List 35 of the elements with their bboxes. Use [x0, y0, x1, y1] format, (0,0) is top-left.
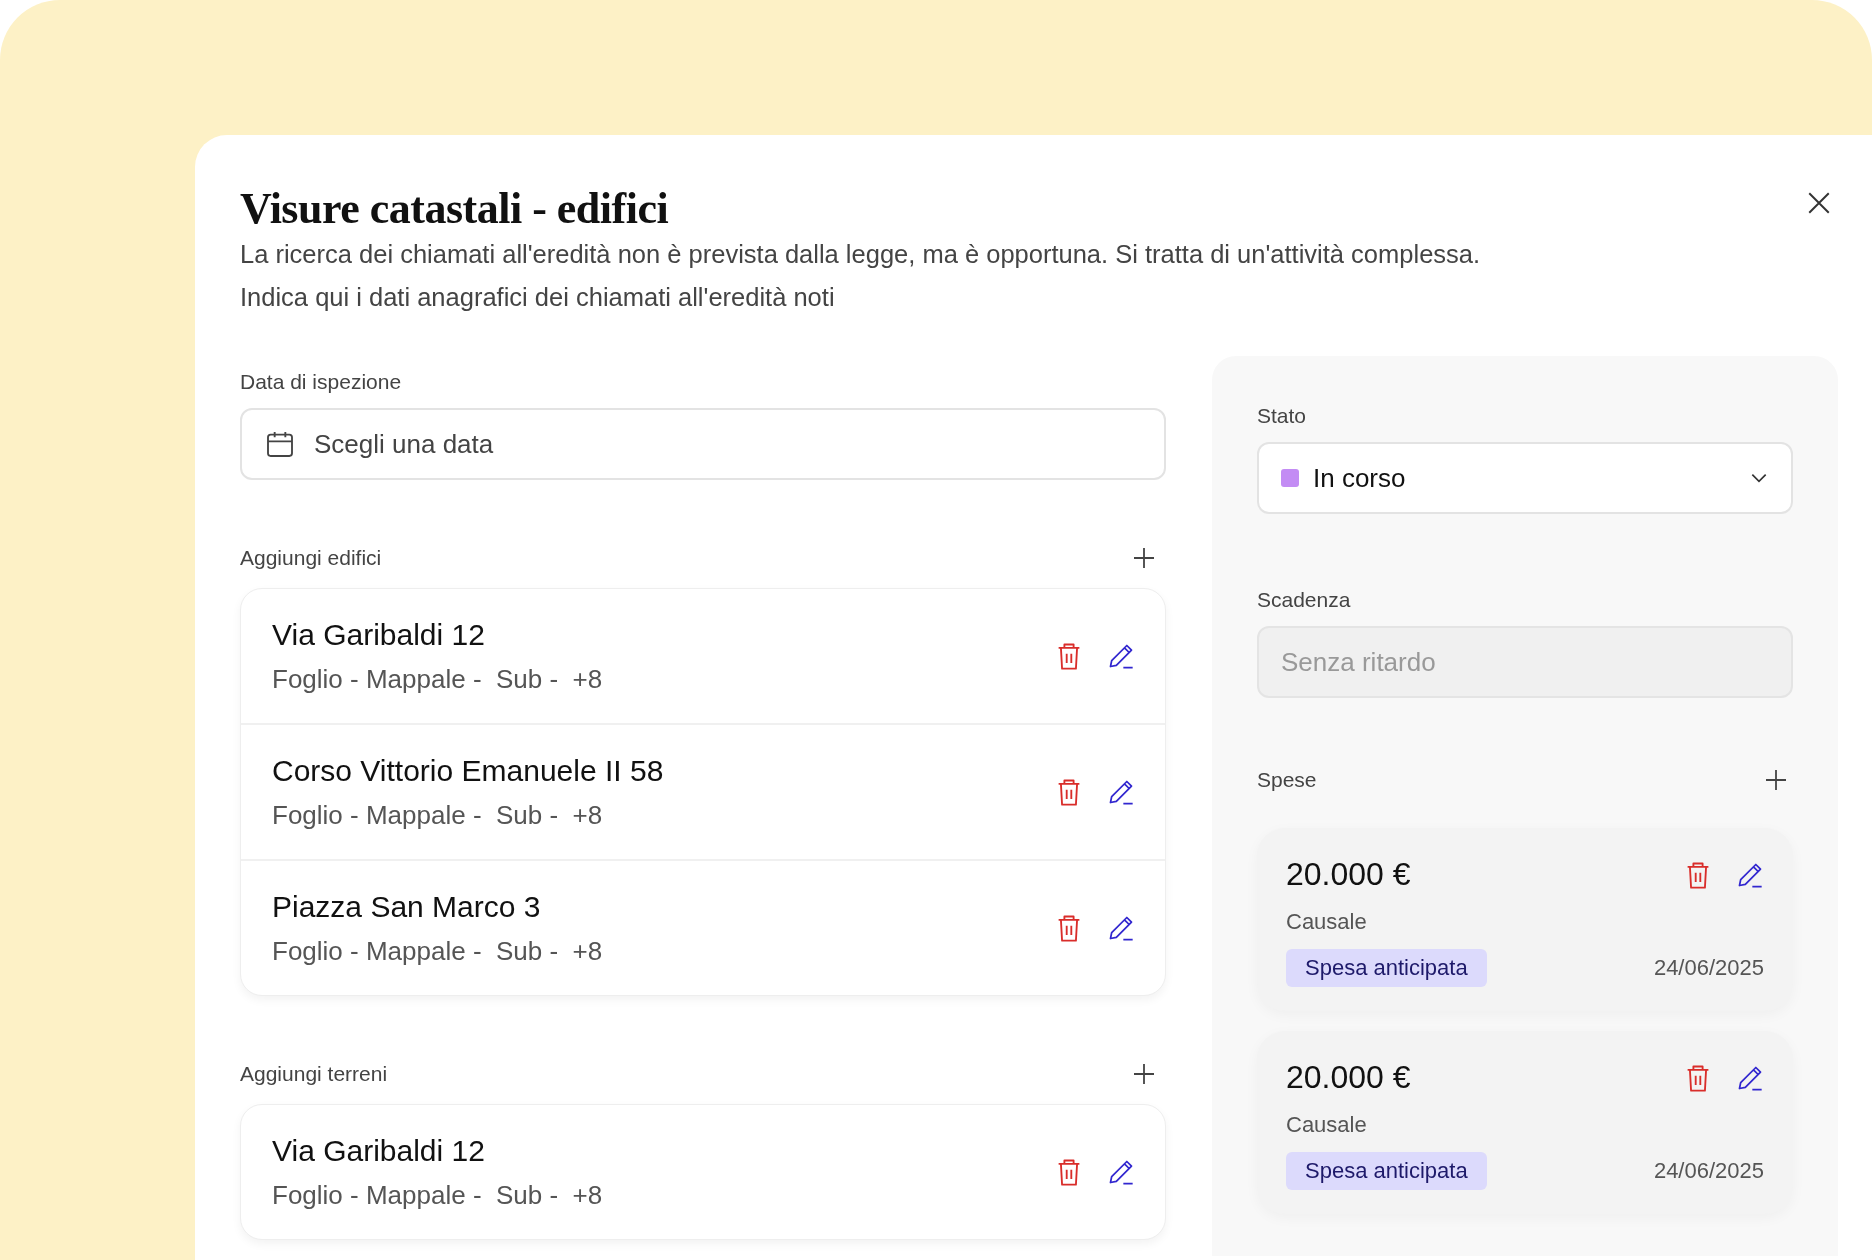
- item-details: Foglio - Mappale - Sub - +8: [272, 935, 604, 967]
- status-select[interactable]: In corso: [1257, 442, 1793, 514]
- item-title: Via Garibaldi 12: [272, 617, 486, 652]
- expense-reason: Causale: [1286, 909, 1368, 935]
- expense-reason: Causale: [1286, 1112, 1368, 1138]
- pencil-icon[interactable]: [1107, 778, 1135, 806]
- field-label: Data di ispezione: [240, 370, 403, 394]
- field-label: Scadenza: [1257, 588, 1352, 612]
- close-icon[interactable]: [1806, 190, 1832, 216]
- item-details: Foglio - Mappale - Sub - +8: [272, 663, 604, 695]
- expense-tag: Spesa anticipata: [1286, 1152, 1487, 1190]
- expense-tag: Spesa anticipata: [1286, 949, 1487, 987]
- expense-amount: 20.000 €: [1286, 856, 1412, 893]
- pencil-icon[interactable]: [1107, 914, 1135, 942]
- pencil-icon[interactable]: [1107, 642, 1135, 670]
- add-icon[interactable]: [1132, 1062, 1156, 1086]
- expense-date: 24/06/2025: [1653, 1158, 1764, 1184]
- pencil-icon[interactable]: [1107, 1158, 1135, 1186]
- description-text: Indica qui i dati anagrafici dei chiamati all'eredità noti: [240, 283, 836, 312]
- item-title: Via Garibaldi 12: [272, 1133, 486, 1168]
- expense-date: 24/06/2025: [1653, 955, 1764, 981]
- section-label: Spese: [1257, 768, 1317, 792]
- expense-amount: 20.000 €: [1286, 1059, 1412, 1096]
- section-label: Aggiungi terreni: [240, 1062, 388, 1086]
- field-label: Stato: [1257, 404, 1308, 428]
- dialog-title: Visure catastali - edifici: [240, 183, 669, 234]
- item-title: Corso Vittorio Emanuele II 58: [272, 753, 665, 788]
- item-title: Piazza San Marco 3: [272, 889, 542, 924]
- item-details: Foglio - Mappale - Sub - +8: [272, 799, 604, 831]
- section-label: Aggiungi edifici: [240, 546, 382, 570]
- add-icon[interactable]: [1764, 768, 1788, 792]
- date-field[interactable]: Scegli una data: [240, 408, 1166, 480]
- add-icon[interactable]: [1132, 546, 1156, 570]
- description-text: La ricerca dei chiamati all'eredità non è prevista dalla legge, ma è opportuna. Si tratta di un'attività complessa.: [240, 240, 1482, 269]
- item-details: Foglio - Mappale - Sub - +8: [272, 1179, 604, 1211]
